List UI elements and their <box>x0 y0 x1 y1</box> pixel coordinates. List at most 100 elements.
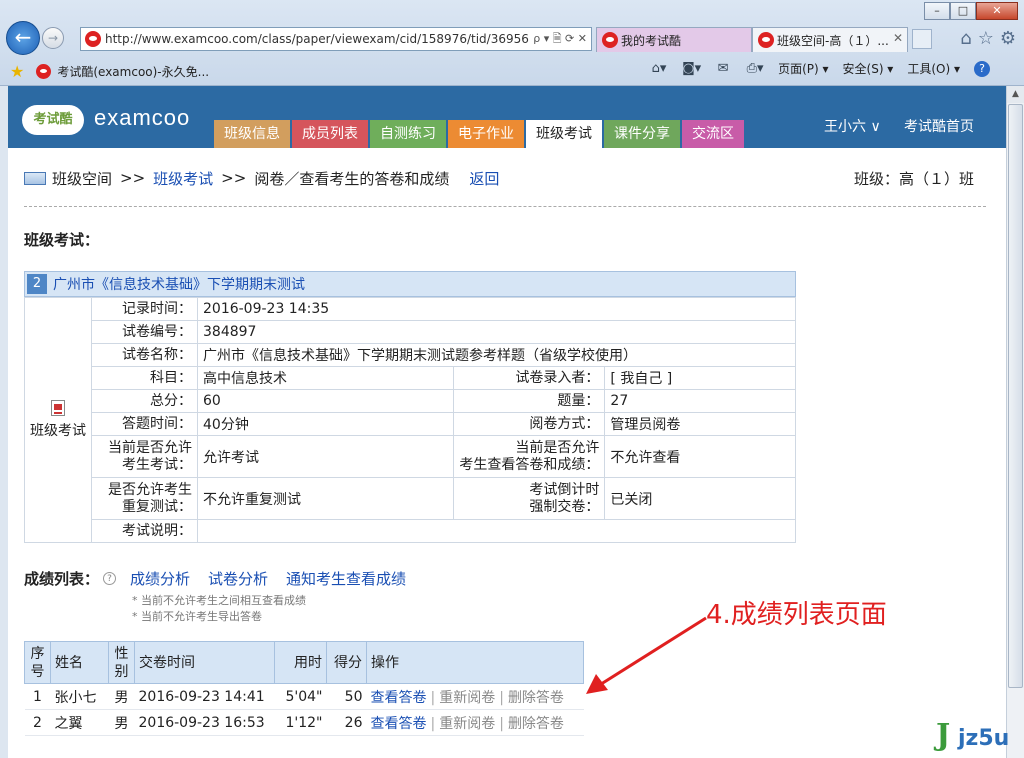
favorite-favicon-icon <box>36 63 52 79</box>
nav-tab-class-exam[interactable]: 班级考试 <box>526 120 602 148</box>
tab-my-examcoo[interactable]: 我的考试酷 <box>596 27 752 52</box>
score-note: * 当前不允许考生导出答卷 <box>132 610 262 623</box>
maximize-button[interactable]: □ <box>950 2 976 20</box>
col-ops: 操作 <box>366 641 584 684</box>
regrade-link[interactable]: 重新阅卷 <box>439 716 495 732</box>
back-link[interactable]: 返回 <box>469 168 499 189</box>
breadcrumb: 班级空间 >> 班级考试 >> 阅卷／查看考生的答卷和成绩 返回 <box>24 168 988 188</box>
entered-by-label: 试卷录入者： <box>453 366 606 390</box>
minimize-button[interactable]: – <box>924 2 950 20</box>
record-time-value: 2016-09-23 14:35 <box>197 297 796 321</box>
site-nav: 班级信息 成员列表 自测练习 电子作业 班级考试 课件分享 交流区 <box>214 120 744 148</box>
regrade-link[interactable]: 重新阅卷 <box>439 690 495 706</box>
tools-menu[interactable]: 工具(O) ▾ <box>907 60 960 77</box>
rss-icon[interactable]: ◙▾ <box>682 61 701 77</box>
grading-label: 阅卷方式： <box>453 412 606 436</box>
favorites-star-icon[interactable]: ☆ <box>978 28 994 49</box>
exam-header: 2 广州市《信息技术基础》下学期期末测试 <box>24 271 796 297</box>
help-icon[interactable]: ? <box>974 60 990 77</box>
print-icon[interactable]: ⎙▾ <box>746 61 764 77</box>
score-analysis-link[interactable]: 成绩分析 <box>130 568 190 589</box>
breadcrumb-exam-link[interactable]: 班级考试 <box>153 168 213 189</box>
page-menu[interactable]: 页面(P) ▾ <box>778 60 828 77</box>
address-tools[interactable]: ρ ▾ 🗎 ⟳ ✕ <box>529 30 591 49</box>
paper-analysis-link[interactable]: 试卷分析 <box>208 568 268 589</box>
favorite-link[interactable]: 考试酷(examcoo)-永久免... <box>57 63 209 80</box>
paper-name-label: 试卷名称： <box>91 343 198 367</box>
user-menu[interactable]: 王小六 ∨ <box>824 116 881 136</box>
forward-arrow-icon[interactable]: → <box>42 27 64 49</box>
vertical-scrollbar[interactable]: ▲ <box>1006 86 1024 758</box>
nav-tab-courseware[interactable]: 课件分享 <box>604 120 680 148</box>
safety-menu[interactable]: 安全(S) ▾ <box>843 60 894 77</box>
score-list-title: 成绩列表： <box>24 570 100 588</box>
cell-time: 2016-09-23 16:53 <box>134 709 275 736</box>
exam-document-icon <box>51 400 65 416</box>
allow-view-value: 不允许查看 <box>604 435 796 478</box>
breadcrumb-sep: >> <box>221 169 247 187</box>
nav-tab-forum[interactable]: 交流区 <box>682 120 744 148</box>
site-favicon-icon <box>85 31 101 47</box>
address-url[interactable]: http://www.examcoo.com/class/paper/viewe… <box>105 32 529 46</box>
nav-tab-homework[interactable]: 电子作业 <box>448 120 524 148</box>
tab-favicon-icon <box>602 32 618 48</box>
cell-sex: 男 <box>108 709 135 736</box>
nav-tab-class-info[interactable]: 班级信息 <box>214 120 290 148</box>
breadcrumb-sep: >> <box>120 169 146 187</box>
exam-side-cell: 班级考试 <box>24 297 92 543</box>
col-name: 姓名 <box>50 641 109 684</box>
favorites-bar: ★ 考试酷(examcoo)-永久免... ⌂▾ ◙▾ ✉ ⎙▾ 页面(P) ▾… <box>0 58 1024 84</box>
col-no: 序号 <box>24 641 51 684</box>
tab-class-space[interactable]: 班级空间-高（１）... ✕ <box>752 27 908 52</box>
grading-value: 管理员阅卷 <box>604 412 796 436</box>
nav-tab-members[interactable]: 成员列表 <box>292 120 368 148</box>
page-viewport: 考试酷 examcoo 班级信息 成员列表 自测练习 电子作业 班级考试 课件分… <box>8 86 1006 758</box>
retest-value: 不允许重复测试 <box>196 477 455 520</box>
retest-label: 是否允许考生 重复测试： <box>91 477 198 520</box>
count-value: 27 <box>604 389 796 413</box>
exam-title[interactable]: 广州市《信息技术基础》下学期期末测试 <box>53 274 305 294</box>
view-answers-link[interactable]: 查看答卷 <box>371 690 427 706</box>
home-icon[interactable]: ⌂ <box>960 28 971 49</box>
scroll-up-icon[interactable]: ▲ <box>1007 86 1024 103</box>
allow-exam-label: 当前是否允许 考生考试： <box>91 435 198 478</box>
site-header: 考试酷 examcoo 班级信息 成员列表 自测练习 电子作业 班级考试 课件分… <box>8 86 1006 148</box>
delete-answers-link[interactable]: 删除答卷 <box>508 690 564 706</box>
col-time: 交卷时间 <box>134 641 275 684</box>
table-row: 2 之翼 男 2016-09-23 16:53 1'12" 26 查看答卷 | 重新… <box>24 709 584 736</box>
view-answers-link[interactable]: 查看答卷 <box>371 716 427 732</box>
scroll-thumb[interactable] <box>1008 104 1023 688</box>
settings-gear-icon[interactable]: ⚙ <box>1000 28 1016 49</box>
breadcrumb-root: 班级空间 <box>52 169 113 188</box>
desc-label: 考试说明： <box>91 519 198 543</box>
tab-close-icon[interactable]: ✕ <box>893 31 903 45</box>
total-value: 60 <box>196 389 455 413</box>
browser-tools: ⌂ ☆ ⚙ <box>960 28 1016 49</box>
home-icon[interactable]: ⌂▾ <box>650 61 668 77</box>
favorites-star-icon[interactable]: ★ <box>10 62 24 81</box>
nav-buttons: ← → <box>6 21 64 55</box>
exam-info-panel: 2 广州市《信息技术基础》下学期期末测试 班级考试 记录时间： 2016-09-… <box>24 271 796 543</box>
help-question-icon[interactable]: ? <box>103 572 117 585</box>
site-home-link[interactable]: 考试酷首页 <box>904 116 974 136</box>
tab-favicon-icon <box>758 32 774 48</box>
cell-used: 5'04" <box>274 683 327 710</box>
close-button[interactable]: ✕ <box>976 2 1018 20</box>
mail-icon[interactable]: ✉ <box>714 61 732 77</box>
score-list-header: 成绩列表： ? 成绩分析 试卷分析 通知考生查看成绩 <box>24 568 424 589</box>
subject-label: 科目： <box>91 366 198 390</box>
table-row: 1 张小七 男 2016-09-23 14:41 5'04" 50 查看答卷 | 重… <box>24 683 584 710</box>
logo-text[interactable]: examcoo <box>94 105 190 131</box>
window-controls: – □ ✕ <box>924 2 1018 20</box>
cell-no: 2 <box>24 709 51 736</box>
address-bar[interactable]: http://www.examcoo.com/class/paper/viewe… <box>80 27 592 51</box>
delete-answers-link[interactable]: 删除答卷 <box>508 716 564 732</box>
notify-students-link[interactable]: 通知考生查看成绩 <box>286 568 406 589</box>
record-time-label: 记录时间： <box>91 297 198 321</box>
command-bar: ⌂▾ ◙▾ ✉ ⎙▾ 页面(P) ▾ 安全(S) ▾ 工具(O) ▾ ? <box>650 60 990 77</box>
annotation-label: 4.成绩列表页面 <box>706 600 887 630</box>
logo-badge[interactable]: 考试酷 <box>22 105 84 135</box>
back-arrow-icon[interactable]: ← <box>6 21 40 55</box>
new-tab-button[interactable] <box>912 29 932 49</box>
nav-tab-self-test[interactable]: 自测练习 <box>370 120 446 148</box>
